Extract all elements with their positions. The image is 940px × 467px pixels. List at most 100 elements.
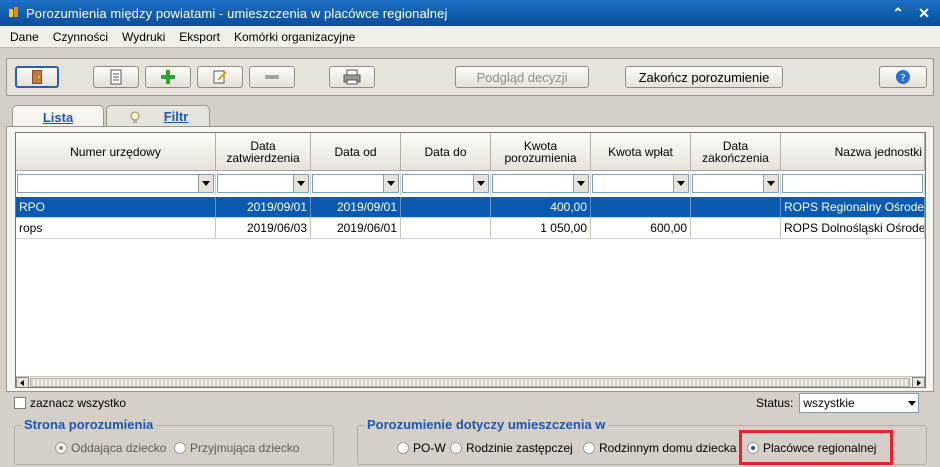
cell-numer: RPO [16, 197, 216, 218]
table-header: Numer urzędowy Data zatwierdzenia Data o… [16, 133, 925, 171]
edit-button[interactable] [197, 66, 243, 88]
col-data-od[interactable]: Data od [311, 133, 401, 170]
chevron-down-icon[interactable] [573, 175, 588, 192]
col-data-zakonczenia[interactable]: Data zakończenia [691, 133, 781, 170]
menu-eksport[interactable]: Eksport [173, 30, 228, 44]
select-all-checkbox[interactable]: zaznacz wszystko [14, 396, 126, 410]
menu-komorki[interactable]: Komórki organizacyjne [228, 30, 363, 44]
collapse-icon[interactable]: ⌃ [888, 3, 908, 23]
chevron-down-icon[interactable] [473, 175, 488, 192]
radio-dot[interactable] [397, 442, 409, 454]
table-row[interactable]: RPO 2019/09/01 2019/09/01 400,00 ROPS Re… [16, 197, 925, 218]
status-filter: Status: wszystkie [756, 393, 920, 413]
exit-button[interactable] [15, 66, 59, 88]
cell-nazwa-jednostki: ROPS Dolnośląski Ośrodek [781, 218, 925, 239]
filter-cell[interactable] [491, 173, 591, 195]
radio-label: Rodzinie zastępczej [466, 441, 573, 455]
filter-cell[interactable] [311, 173, 401, 195]
help-icon: ? [896, 70, 910, 84]
status-select-value: wszystkie [803, 396, 855, 410]
filter-cell[interactable] [591, 173, 691, 195]
chevron-down-icon[interactable] [673, 175, 688, 192]
col-numer[interactable]: Numer urzędowy [16, 133, 216, 170]
radio-przyjmujaca[interactable]: Przyjmująca dziecko [174, 441, 299, 455]
radio-po-w[interactable]: PO-W [397, 441, 446, 455]
checkbox-box[interactable] [14, 397, 26, 409]
cell-data-zakonczenia [691, 197, 781, 218]
toolbar: Podgląd decyzji Zakończ porozumienie ? [6, 58, 934, 96]
cell-data-od: 2019/06/01 [311, 218, 401, 239]
filter-cell[interactable] [401, 173, 491, 195]
edit-icon [213, 70, 227, 84]
close-icon[interactable]: ✕ [914, 3, 934, 23]
svg-text:?: ? [900, 73, 905, 84]
radio-dot[interactable] [450, 442, 462, 454]
print-button[interactable] [329, 66, 375, 88]
document-icon [110, 69, 122, 85]
chevron-down-icon[interactable] [383, 175, 398, 192]
radio-dot[interactable] [55, 442, 67, 454]
horizontal-scrollbar[interactable] [16, 376, 925, 387]
radio-rodzinnym-domu[interactable]: Rodzinnym domu dziecka [583, 441, 736, 455]
chevron-down-icon[interactable] [908, 401, 917, 406]
radio-oddajaca[interactable]: Oddająca dziecko [55, 441, 166, 455]
radio-label: Przyjmująca dziecko [190, 441, 300, 455]
agreements-table: Numer urzędowy Data zatwierdzenia Data o… [15, 132, 926, 388]
cell-data-do [401, 218, 491, 239]
menu-czynnosci[interactable]: Czynności [47, 30, 116, 44]
table-row[interactable]: rops 2019/06/03 2019/06/01 1 050,00 600,… [16, 218, 925, 239]
scroll-thumb[interactable] [30, 378, 910, 387]
title-bar: Porozumienia między powiatami - umieszcz… [0, 0, 940, 26]
scroll-right-icon[interactable] [912, 377, 925, 387]
lightbulb-icon [130, 111, 140, 123]
app-icon [8, 7, 20, 19]
plus-icon [161, 70, 175, 84]
radio-dot[interactable] [583, 442, 595, 454]
help-button[interactable]: ? [879, 66, 927, 88]
tab-lista[interactable]: Lista [12, 105, 104, 128]
status-select[interactable]: wszystkie [799, 393, 920, 413]
tab-filtr-label: Filtr [163, 109, 189, 124]
cell-kwota-wplat [591, 197, 691, 218]
finish-agreement-button[interactable]: Zakończ porozumienie [625, 66, 783, 88]
filter-cell[interactable] [781, 173, 925, 195]
cell-data-od: 2019/09/01 [311, 197, 401, 218]
radio-label: Rodzinnym domu dziecka [599, 441, 737, 455]
preview-decision-button[interactable]: Podgląd decyzji [455, 66, 589, 88]
filter-cell[interactable] [691, 173, 781, 195]
door-icon [32, 70, 42, 84]
col-kwota-wplat[interactable]: Kwota wpłat [591, 133, 691, 170]
radio-rodzinie-zastepczej[interactable]: Rodzinie zastępczej [450, 441, 573, 455]
col-data-do[interactable]: Data do [401, 133, 491, 170]
filter-cell[interactable] [16, 173, 216, 195]
col-data-zatwierdzenia[interactable]: Data zatwierdzenia [216, 133, 311, 170]
chevron-down-icon[interactable] [198, 175, 213, 192]
tab-filtr[interactable]: Filtr [106, 105, 210, 127]
cell-data-zatwierdzenia: 2019/06/03 [216, 218, 311, 239]
cell-nazwa-jednostki: ROPS Regionalny Ośrodek [781, 197, 925, 218]
details-button[interactable] [93, 66, 139, 88]
window-title: Porozumienia między powiatami - umieszcz… [26, 5, 448, 21]
cell-numer: rops [16, 218, 216, 239]
menu-dane[interactable]: Dane [4, 30, 47, 44]
chevron-down-icon[interactable] [763, 175, 778, 192]
cell-data-zakonczenia [691, 218, 781, 239]
dotyczy-legend: Porozumienie dotyczy umieszczenia w [364, 417, 609, 432]
strona-legend: Strona porozumienia [21, 417, 157, 432]
cell-kwota-wplat: 600,00 [591, 218, 691, 239]
add-button[interactable] [145, 66, 191, 88]
filter-cell[interactable] [216, 173, 311, 195]
radio-label: PO-W [413, 441, 446, 455]
select-all-label: zaznacz wszystko [30, 396, 127, 410]
cell-kwota-porozumienia: 1 050,00 [491, 218, 591, 239]
cell-kwota-porozumienia: 400,00 [491, 197, 591, 218]
delete-button[interactable] [249, 66, 295, 88]
radio-dot[interactable] [174, 442, 186, 454]
chevron-down-icon[interactable] [293, 175, 308, 192]
col-nazwa-jednostki[interactable]: Nazwa jednostki [781, 133, 925, 170]
menu-wydruki[interactable]: Wydruki [116, 30, 173, 44]
cell-data-do [401, 197, 491, 218]
scroll-left-icon[interactable] [16, 377, 29, 387]
col-kwota-porozumienia[interactable]: Kwota porozumienia [491, 133, 591, 170]
menu-bar: Dane Czynności Wydruki Eksport Komórki o… [0, 26, 940, 48]
